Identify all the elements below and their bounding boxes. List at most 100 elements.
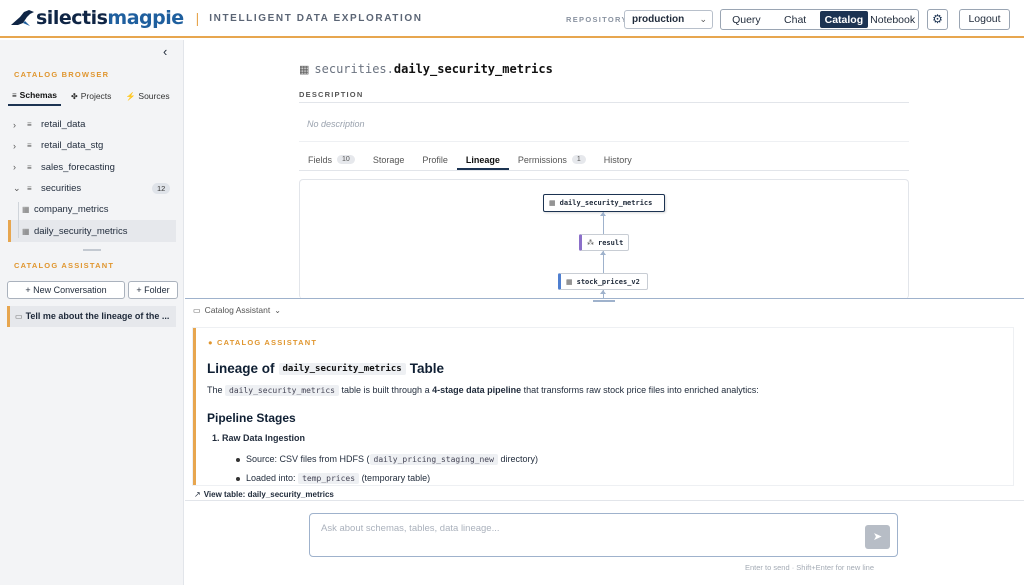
send-button[interactable]: ➤ [865, 525, 890, 549]
tab-label: Permissions [517, 155, 567, 165]
schema-name: retail_data_stg [41, 140, 104, 152]
tab-history[interactable]: History [595, 150, 641, 170]
mode-query[interactable]: Query [722, 11, 771, 28]
heading-code: daily_security_metrics [278, 362, 406, 375]
catalog-browser-title: CATALOG BROWSER [14, 70, 110, 79]
detail-text: Loaded into: [246, 473, 296, 483]
database-icon: ≡ [27, 141, 32, 151]
tab-fields[interactable]: Fields 10 [299, 150, 364, 170]
chevron-right-icon[interactable]: › [13, 120, 16, 130]
message-heading: Lineage of daily_security_metrics Table [207, 361, 444, 376]
chevron-down-icon: ⌄ [699, 14, 707, 24]
count-badge: 1 [571, 155, 586, 164]
mode-switcher: Query Chat Catalog Notebook [720, 9, 919, 30]
schema-item-securities[interactable]: ⌄ ≡ securities 12 [0, 178, 184, 199]
detail-text: directory) [500, 454, 538, 464]
description-text[interactable]: No description [307, 119, 365, 129]
schema-item-sales-forecasting[interactable]: › ≡ sales_forecasting [0, 157, 184, 178]
schema-item-retail-data-stg[interactable]: › ≡ retail_data_stg [0, 135, 184, 156]
tab-lineage[interactable]: Lineage [456, 150, 509, 170]
logo-text: silectismagpie [36, 7, 184, 29]
chevron-down-icon[interactable]: ⌄ [13, 183, 21, 194]
table-icon: ▦ [566, 277, 573, 286]
sidebar: ‹ CATALOG BROWSER ≡ Schemas ✤ Projects ⚡ So… [0, 40, 184, 585]
panel-resize-handle[interactable] [593, 300, 615, 302]
logo[interactable]: silectismagpie [10, 7, 184, 29]
tab-projects[interactable]: ✤ Projects [67, 88, 115, 106]
pipeline-heading: Pipeline Stages [207, 411, 296, 425]
message-author-label: CATALOG ASSISTANT [217, 338, 318, 347]
database-icon: ≡ [27, 184, 32, 194]
lineage-node-stock-prices-v2[interactable]: ▦ stock_prices_v2 [558, 273, 648, 290]
database-icon: ≡ [27, 120, 32, 130]
mode-chat[interactable]: Chat [771, 11, 820, 28]
conversation-item[interactable]: ▭ Tell me about the lineage of the ... [7, 306, 176, 327]
divider [299, 102, 909, 103]
table-name: company_metrics [34, 204, 109, 216]
message-intro: The daily_security_metrics table is buil… [207, 385, 759, 396]
tab-storage[interactable]: Storage [364, 150, 414, 170]
lineage-node-result[interactable]: ⁂ result [579, 234, 629, 251]
table-icon: ▦ [549, 199, 556, 207]
header-separator: | [195, 10, 200, 26]
settings-button[interactable]: ⚙ [927, 9, 948, 30]
tab-permissions[interactable]: Permissions 1 [509, 150, 595, 170]
table-icon: ▦ [299, 63, 310, 76]
description-label: DESCRIPTION [299, 90, 364, 99]
resize-handle[interactable] [83, 249, 101, 251]
tagline: INTELLIGENT DATA EXPLORATION [209, 12, 423, 24]
detail-code: temp_prices [298, 473, 360, 484]
tab-label: Profile [422, 155, 448, 165]
new-folder-button[interactable]: + Folder [128, 281, 178, 299]
table-count-badge: 12 [152, 183, 171, 195]
tab-sources-label: Sources [138, 91, 170, 101]
tab-label: Fields [308, 155, 333, 165]
chevron-right-icon[interactable]: › [13, 141, 16, 151]
tab-label: Lineage [465, 155, 500, 165]
schema-item-retail-data[interactable]: › ≡ retail_data [0, 114, 184, 135]
tab-projects-label: Projects [80, 91, 112, 101]
lineage-graph[interactable]: ▦ daily_security_metrics ⁂ result ▦ stock_p… [299, 179, 909, 299]
conversation-title: Tell me about the lineage of the ... [25, 311, 170, 321]
repository-value: production [632, 14, 685, 25]
chat-input[interactable]: Ask about schemas, tables, data lineage.… [309, 513, 898, 557]
intro-code: daily_security_metrics [225, 385, 339, 396]
app-header: silectismagpie | INTELLIGENT DATA EXPLOR… [0, 0, 1024, 38]
table-schema: securities. [314, 62, 394, 76]
assistant-panel-toggle[interactable]: ▭ Catalog Assistant ⌄ [193, 305, 281, 315]
intro-text: The [207, 385, 223, 395]
intro-text: that transforms raw stock price files in… [523, 385, 759, 395]
lineage-node-daily-security-metrics[interactable]: ▦ daily_security_metrics [543, 194, 665, 212]
chevron-right-icon[interactable]: › [13, 162, 16, 172]
divider [299, 141, 909, 142]
stage-detail: Loaded into: temp_prices (temporary tabl… [236, 473, 430, 484]
logout-button[interactable]: Logout [959, 9, 1010, 30]
repository-select[interactable]: production ⌄ [624, 10, 713, 29]
schema-name: securities [41, 183, 82, 195]
tab-schemas[interactable]: ≡ Schemas [8, 88, 62, 106]
database-icon: ≡ [27, 162, 32, 172]
bullet [236, 457, 240, 462]
detail-text: Source: CSV files from HDFS ( [246, 454, 370, 464]
new-conversation-button[interactable]: + New Conversation [7, 281, 125, 299]
schema-tree: › ≡ retail_data › ≡ retail_data_stg › ≡ … [0, 114, 184, 242]
view-table-link[interactable]: ↗ View table: daily_security_metrics [194, 490, 334, 499]
collapse-sidebar-icon[interactable]: ‹ [163, 44, 167, 59]
project-icon: ✤ [71, 91, 78, 101]
tab-profile[interactable]: Profile [413, 150, 457, 170]
plug-icon: ⚡ [125, 91, 136, 101]
mode-notebook[interactable]: Notebook [868, 11, 917, 28]
mode-catalog[interactable]: Catalog [819, 11, 869, 28]
arrow-up-icon [600, 290, 606, 294]
transform-icon: ⁂ [587, 238, 594, 247]
tab-label: Storage [372, 155, 405, 165]
send-icon: ➤ [872, 531, 883, 543]
table-item-company-metrics[interactable]: ▦ company_metrics [0, 199, 184, 220]
tab-sources[interactable]: ⚡ Sources [121, 88, 173, 106]
gear-icon: ⚙ [932, 12, 943, 26]
external-link-icon: ↗ [194, 490, 201, 499]
table-tabs: Fields 10 Storage Profile Lineage Permiss… [299, 150, 909, 171]
schema-name: sales_forecasting [41, 161, 115, 173]
table-icon: ▦ [22, 205, 30, 215]
table-item-daily-security-metrics[interactable]: ▦ daily_security_metrics [8, 220, 176, 242]
